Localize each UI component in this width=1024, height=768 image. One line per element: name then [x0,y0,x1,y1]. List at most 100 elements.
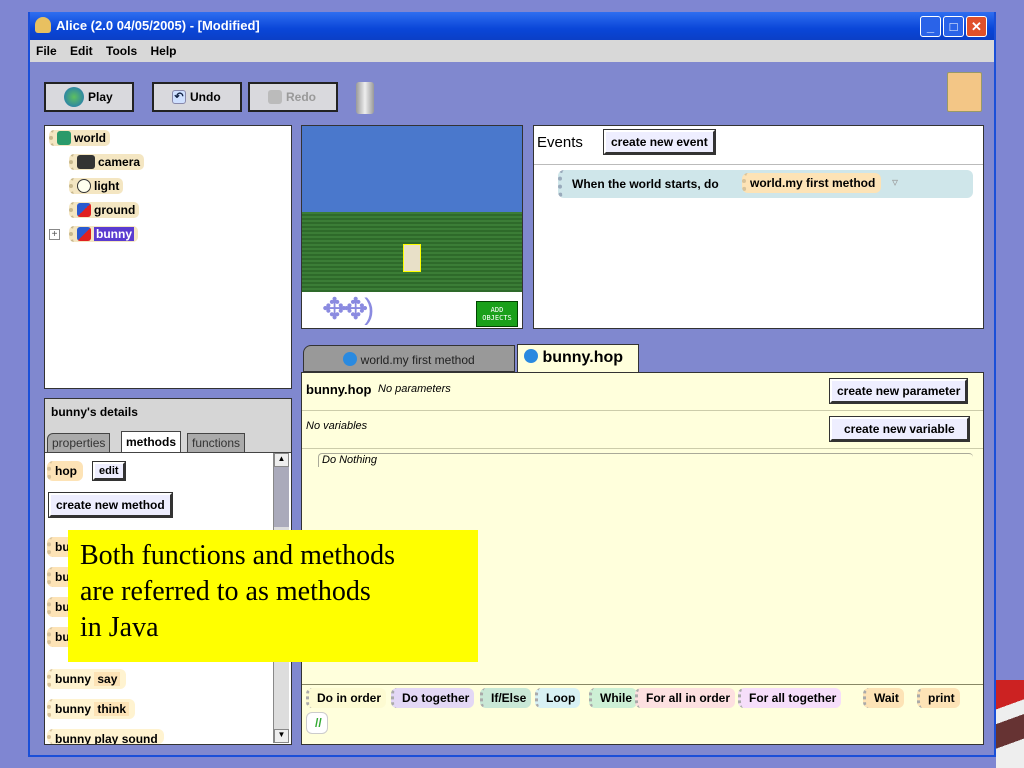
parameters-label: No parameters [378,383,451,395]
create-new-parameter-button[interactable]: create new parameter [828,378,969,404]
edit-button[interactable]: edit [92,461,126,481]
callout-line: are referred to as methods [80,576,371,607]
menu-file[interactable]: File [36,44,57,58]
tab-label: world.my first method [360,353,475,367]
method-ball-icon [524,349,538,363]
menu-help[interactable]: Help [150,44,176,58]
object-icon [77,227,91,241]
method-name: think [94,702,130,716]
callout-line: in Java [80,612,159,643]
object-name: bunny [55,672,91,686]
control-do-together[interactable]: Do together [391,688,475,708]
menu-tools[interactable]: Tools [106,44,137,58]
tree-label: light [94,179,120,193]
undo-label: Undo [190,90,221,104]
tree-label: ground [94,203,136,217]
tree-item-camera[interactable]: camera [69,154,145,170]
control-bar: Do in order Do together If/Else Loop While Fo… [302,685,983,745]
event-text: When the world starts, do [572,177,719,191]
world-icon [57,131,71,145]
control-loop[interactable]: Loop [535,688,581,708]
method-tile-hop[interactable]: hop [47,461,83,481]
control-wait[interactable]: Wait [863,688,904,708]
tree-label: world [74,131,106,145]
control-print[interactable]: print [917,688,960,708]
tab-label: bunny.hop [542,349,624,366]
method-name: bunny.hop [306,382,372,397]
variables-label: No variables [306,420,368,432]
callout-note: Both functions and methods are referred … [68,530,478,662]
method-tile-say[interactable]: bunny say [47,669,127,689]
expand-toggle[interactable]: + [49,229,60,240]
tree-label: bunny [94,227,134,241]
divider [302,448,983,449]
camera-icon [77,155,95,169]
control-for-all-together[interactable]: For all together [738,688,842,708]
add-objects-button[interactable]: ADD OBJECTS [476,301,518,327]
camera-controls-icon[interactable]: ✥✥) [322,295,437,326]
alice-logo-icon [35,17,51,33]
event-block[interactable]: When the world starts, do world.my first… [558,170,973,198]
do-nothing-label: Do Nothing [322,454,378,466]
lightbulb-icon [77,179,91,193]
window-title: Alice (2.0 04/05/2005) - [Modified] [56,18,260,33]
maximize-button[interactable]: □ [943,16,964,37]
title-bar: Alice (2.0 04/05/2005) - [Modified] _ □ … [30,12,994,40]
object-name: bunny [55,702,91,716]
object-icon [77,203,91,217]
redo-button[interactable]: Redo [248,82,338,112]
tab-methods[interactable]: methods [121,431,182,452]
control-for-all-in-order[interactable]: For all in order [635,688,736,708]
undo-button[interactable]: ↶ Undo [152,82,242,112]
menu-edit[interactable]: Edit [70,44,93,58]
tab-functions[interactable]: functions [187,433,246,453]
books-decoration [996,680,1024,768]
trash-icon[interactable] [356,82,374,114]
event-method-tile[interactable]: world.my first method [742,173,882,193]
method-tile-play-sound[interactable]: bunny play sound [47,729,164,744]
events-panel: Events create new event When the world s… [533,125,984,329]
control-comment[interactable]: // [306,712,328,734]
undo-icon: ↶ [172,90,186,104]
tab-bunny-hop[interactable]: bunny.hop [517,344,639,374]
scroll-up-icon[interactable]: ▲ [274,453,289,467]
bunny-object[interactable] [403,244,421,272]
menu-bar: File Edit Tools Help [30,40,994,62]
minimize-button[interactable]: _ [920,16,941,37]
scroll-down-icon[interactable]: ▼ [274,729,289,743]
scroll-thumb[interactable] [274,467,289,527]
create-new-method-button[interactable]: create new method [48,492,173,518]
control-if-else[interactable]: If/Else [480,688,532,708]
redo-label: Redo [286,90,316,104]
tab-world-my-first-method[interactable]: world.my first method [303,345,515,372]
control-do-in-order[interactable]: Do in order [306,688,387,708]
divider [534,164,983,165]
tab-properties[interactable]: properties [47,433,111,453]
tree-item-world[interactable]: world [49,130,110,146]
object-name: bunny [55,732,91,744]
tree-item-ground[interactable]: ground [69,202,140,218]
control-while[interactable]: While [589,688,637,708]
sky [302,126,522,212]
clipboard-icon[interactable] [947,72,982,112]
method-tile-think[interactable]: bunny think [47,699,136,719]
events-title: Events [537,134,583,151]
object-tree: world camera light ground + bunny [44,125,292,389]
scene-view[interactable]: ✥✥) ADD OBJECTS [301,125,523,329]
tree-item-light[interactable]: light [69,178,124,194]
tree-item-bunny[interactable]: bunny [69,226,138,242]
callout-line: Both functions and methods [80,540,395,571]
details-title: bunny's details [51,405,138,419]
create-new-variable-button[interactable]: create new variable [829,416,970,442]
close-button[interactable]: ✕ [966,16,987,37]
play-button[interactable]: Play [44,82,134,112]
tree-label: camera [98,155,141,169]
method-name: say [94,672,121,686]
divider [302,410,983,411]
method-ball-icon [343,352,358,366]
create-new-event-button[interactable]: create new event [603,129,716,155]
redo-icon [268,90,282,104]
dropdown-arrow-icon[interactable]: ▿ [892,175,898,189]
method-body[interactable]: Do Nothing [318,453,973,467]
globe-icon [64,87,84,107]
